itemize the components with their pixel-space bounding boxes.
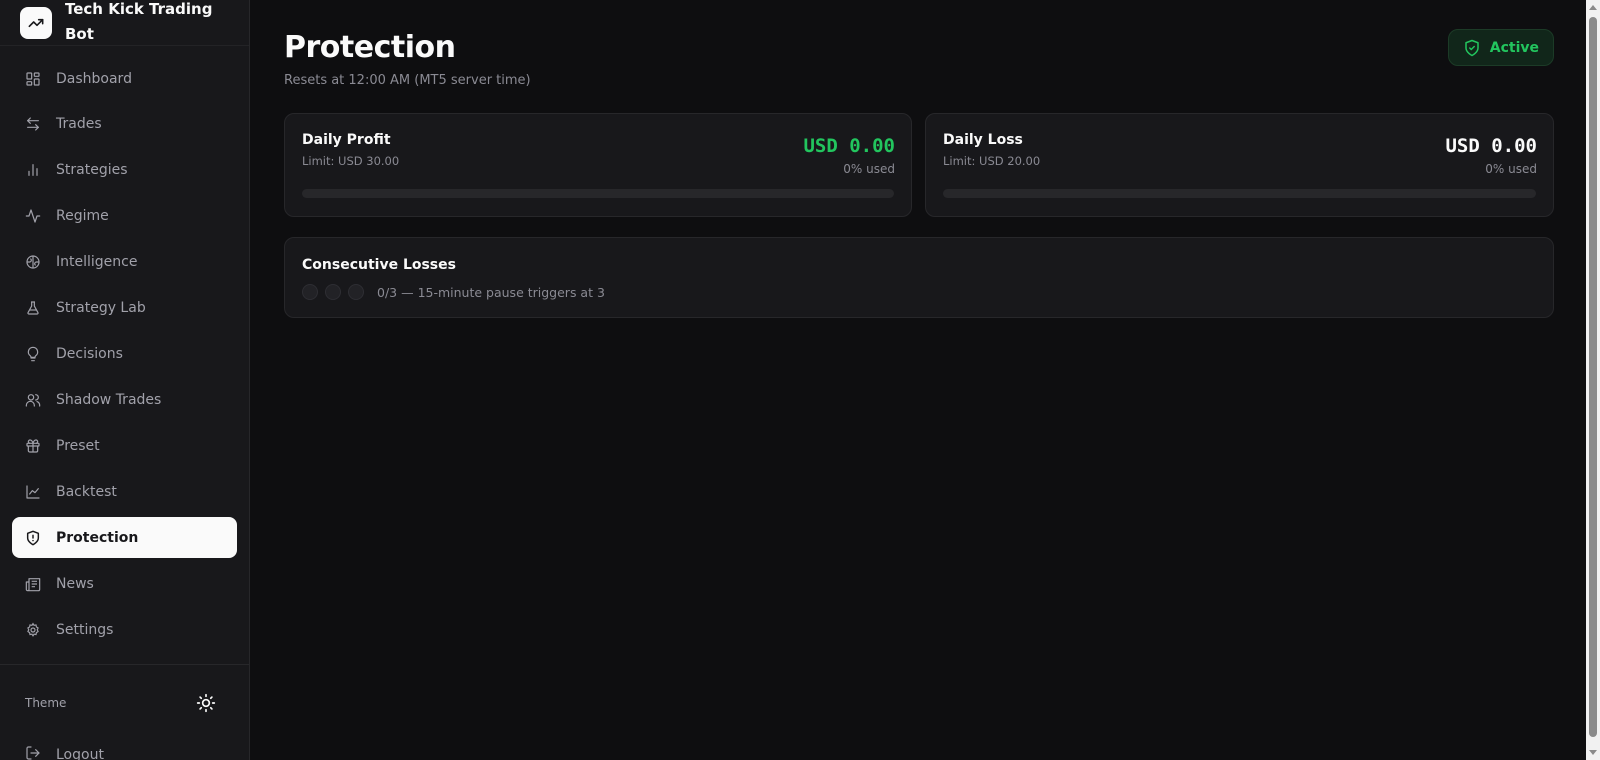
sidebar-item-label: Backtest (56, 483, 117, 500)
sidebar-item-strategies[interactable]: Strategies (12, 150, 237, 191)
sidebar-item-label: Preset (56, 438, 100, 454)
scroll-down-icon[interactable] (1589, 750, 1597, 755)
card-title: Consecutive Losses (302, 257, 456, 273)
sidebar-item-intelligence[interactable]: Intelligence (12, 242, 237, 283)
sidebar-item-label: Dashboard (56, 70, 132, 87)
progress-bar (943, 189, 1536, 198)
sidebar-item-preset[interactable]: Preset (12, 426, 237, 467)
sidebar-item-label: Regime (56, 208, 109, 225)
card-title: Daily Profit (302, 132, 391, 148)
card-used: 0% used (1485, 162, 1537, 176)
scroll-up-icon[interactable] (1589, 5, 1597, 10)
scrollbar[interactable] (1586, 0, 1600, 760)
sidebar-nav: Dashboard Trades Strategies Regime Intel… (0, 46, 249, 650)
sidebar-item-dashboard[interactable]: Dashboard (12, 58, 237, 99)
flask-icon (25, 300, 41, 316)
consecutive-losses-card: Consecutive Losses 0/3 — 15-minute pause… (284, 237, 1554, 318)
sidebar-item-news[interactable]: News (12, 563, 237, 604)
trending-up-icon (20, 6, 52, 39)
sidebar-item-label: Decisions (56, 346, 123, 363)
card-limit: Limit: USD 20.00 (943, 154, 1041, 168)
page-title: Protection (284, 30, 456, 65)
sidebar-footer: Theme Logout (0, 664, 249, 760)
bar-chart-icon (25, 162, 41, 178)
loss-indicator (302, 284, 364, 300)
lightbulb-icon (25, 346, 41, 362)
sidebar-item-label: Shadow Trades (56, 392, 162, 409)
page-subtitle: Resets at 12:00 AM (MT5 server time) (284, 73, 531, 88)
loss-dot (348, 284, 364, 300)
app-title: Tech Kick Trading Bot (65, 0, 213, 43)
theme-row: Theme (0, 665, 249, 741)
card-title: Daily Loss (943, 132, 1023, 148)
sidebar-item-label: Protection (56, 529, 139, 546)
sidebar-item-shadow-trades[interactable]: Shadow Trades (12, 380, 237, 421)
logout-button[interactable]: Logout (25, 745, 104, 760)
status-badge: Active (1447, 29, 1554, 66)
card-value: USD 0.00 (1445, 135, 1537, 157)
sidebar-item-label: Settings (56, 621, 114, 638)
scroll-thumb[interactable] (1589, 17, 1597, 737)
loss-dot (302, 284, 318, 300)
card-used: 0% used (843, 162, 895, 176)
loss-dot (325, 284, 341, 300)
logout-label: Logout (56, 747, 104, 760)
card-limit: Limit: USD 30.00 (302, 154, 400, 168)
sidebar-item-trades[interactable]: Trades (12, 104, 237, 145)
shield-check-icon (1463, 39, 1481, 57)
status-label: Active (1489, 39, 1539, 56)
logout-icon (25, 745, 41, 760)
theme-label: Theme (25, 696, 67, 710)
dashboard-icon (25, 71, 41, 87)
sidebar-item-protection[interactable]: Protection (12, 517, 237, 559)
card-value: USD 0.00 (803, 135, 895, 157)
sidebar-item-decisions[interactable]: Decisions (12, 334, 237, 375)
gear-icon (25, 622, 41, 638)
loss-status-text: 0/3 — 15-minute pause triggers at 3 (377, 285, 605, 300)
users-icon (25, 392, 41, 408)
sun-icon[interactable] (195, 692, 217, 714)
sidebar-item-label: Intelligence (56, 254, 138, 271)
sidebar-item-label: News (56, 575, 94, 592)
sidebar-item-label: Strategies (56, 162, 128, 179)
sidebar-item-backtest[interactable]: Backtest (12, 471, 237, 512)
sidebar: Tech Kick Trading Bot Dashboard Trades S… (0, 0, 250, 760)
shield-alert-icon (25, 530, 41, 546)
progress-bar (302, 189, 894, 198)
line-chart-icon (25, 484, 41, 500)
arrows-left-right-icon (25, 116, 41, 132)
daily-loss-card: Daily Loss Limit: USD 20.00 USD 0.00 0% … (925, 113, 1554, 217)
sidebar-item-strategy-lab[interactable]: Strategy Lab (12, 288, 237, 329)
sidebar-item-label: Trades (56, 116, 102, 133)
sidebar-item-regime[interactable]: Regime (12, 196, 237, 237)
gift-icon (25, 438, 41, 454)
brand[interactable]: Tech Kick Trading Bot (0, 0, 249, 46)
sidebar-item-label: Strategy Lab (56, 300, 146, 317)
newspaper-icon (25, 576, 41, 592)
activity-icon (25, 208, 41, 224)
brain-icon (25, 254, 41, 270)
sidebar-item-settings[interactable]: Settings (12, 609, 237, 650)
daily-profit-card: Daily Profit Limit: USD 30.00 USD 0.00 0… (284, 113, 912, 217)
